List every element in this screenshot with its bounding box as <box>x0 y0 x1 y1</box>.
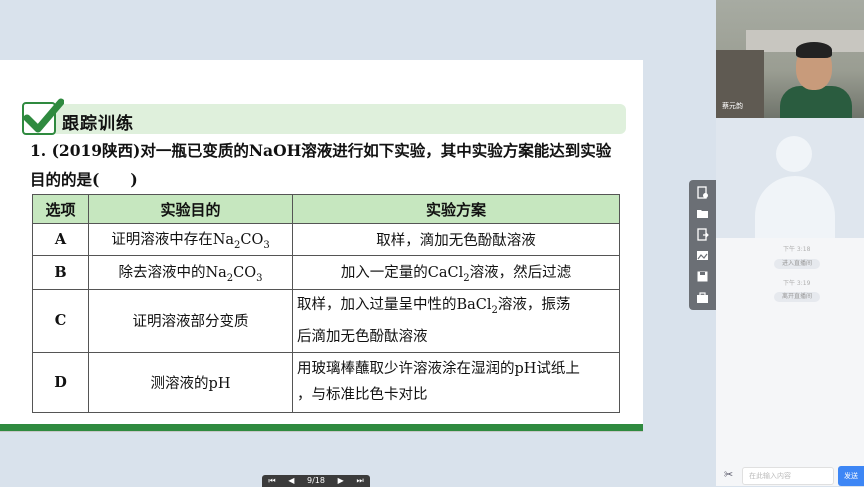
chat-system-message: 进入直播间 <box>774 259 821 269</box>
slide-footer-line <box>0 431 643 432</box>
row-purpose: 证明溶液部分变质 <box>88 289 293 353</box>
purpose-text: 证明溶液中存在Na <box>111 232 235 249</box>
subscript: 3 <box>263 239 270 251</box>
slide-footer-bar <box>0 424 643 431</box>
table-header-row: 选项 实验目的 实验方案 <box>32 194 620 224</box>
scissors-icon[interactable]: ✂ <box>724 468 736 482</box>
person-hair <box>796 42 832 58</box>
image-icon[interactable] <box>696 249 709 262</box>
plan-text: 溶液，振荡 <box>497 297 571 313</box>
chat-time: 下午 3:18 <box>783 246 811 253</box>
plan-text: 溶液，然后过滤 <box>469 265 572 282</box>
row-option: B <box>32 255 89 290</box>
table-row: A 证明溶液中存在Na2CO3 取样，滴加无色酚酞溶液 <box>32 223 620 256</box>
section-title: 跟踪训练 <box>62 114 134 134</box>
row-purpose: 证明溶液中存在Na2CO3 <box>88 223 293 256</box>
table-row: D 测溶液的pH 用玻璃棒蘸取少许溶液涂在湿润的pH试纸上 ，与标准比色卡对比 <box>32 351 620 413</box>
purpose-text: 除去溶液中的Na <box>118 265 227 282</box>
add-doc-icon[interactable] <box>696 186 709 199</box>
plan-line-2: 后滴加无色酚酞溶液 <box>297 328 428 345</box>
avatar-head-icon <box>776 136 812 172</box>
slide-pager: ⏮ ◀ 9/18 ▶ ⏭ <box>262 475 370 487</box>
row-plan: 取样，滴加无色酚酞溶液 <box>292 223 620 256</box>
next-page-button[interactable]: ▶ <box>338 475 344 487</box>
experiment-table: 选项 实验目的 实验方案 A 证明溶液中存在Na2CO3 取样，滴加无色酚酞溶液… <box>32 194 620 413</box>
person-body <box>780 86 852 118</box>
share-icon[interactable] <box>696 228 709 241</box>
question-text: 1. (2019陕西)对一瓶已变质的NaOH溶液进行如下实验，其中实验方案能达到… <box>30 136 620 194</box>
row-option: C <box>32 289 89 353</box>
page-indicator: 9/18 <box>307 476 325 485</box>
table-row: B 除去溶液中的Na2CO3 加入一定量的CaCl2溶液，然后过滤 <box>32 255 620 290</box>
row-option: A <box>32 223 89 256</box>
row-plan: 取样，加入过量呈中性的BaCl2溶液，振荡 后滴加无色酚酞溶液 <box>292 289 620 353</box>
folder-icon[interactable] <box>696 207 709 220</box>
chat-system-message: 离开直播间 <box>774 292 821 302</box>
chat-time: 下午 3:19 <box>783 280 811 287</box>
plan-line-1: 取样，加入过量呈中性的BaCl2溶液，振荡 <box>297 292 615 324</box>
video-name-label: 蔡元韵 <box>722 102 743 110</box>
last-page-button[interactable]: ⏭ <box>356 475 363 487</box>
checkmark-icon <box>24 98 64 133</box>
row-purpose: 除去溶液中的Na2CO3 <box>88 255 293 290</box>
send-button[interactable]: 发送 <box>838 466 864 486</box>
plan-line-1: 用玻璃棒蘸取少许溶液涂在湿润的pH试纸上 <box>297 361 580 378</box>
plan-text: 取样，加入过量呈中性的BaCl <box>297 297 492 313</box>
header-option: 选项 <box>32 194 89 224</box>
purpose-text: CO <box>240 232 264 249</box>
question-line-1: 1. (2019陕西)对一瓶已变质的NaOH溶液进行如下实验，其中实验方案能达到… <box>30 141 612 160</box>
header-plan: 实验方案 <box>292 194 620 224</box>
plan-line-2: ，与标准比色卡对比 <box>297 387 428 404</box>
row-plan: 用玻璃棒蘸取少许溶液涂在湿润的pH试纸上 ，与标准比色卡对比 <box>292 351 620 413</box>
chat-input[interactable]: 在此输入内容 <box>742 467 834 485</box>
row-purpose: 测溶液的pH <box>88 351 293 413</box>
subscript: 3 <box>256 272 263 284</box>
row-plan: 加入一定量的CaCl2溶液，然后过滤 <box>292 255 620 290</box>
plan-text: 加入一定量的CaCl <box>340 265 464 282</box>
teacher-video: 蔡元韵 <box>716 0 864 118</box>
first-page-button[interactable]: ⏮ <box>268 475 275 487</box>
header-purpose: 实验目的 <box>88 194 293 224</box>
save-icon[interactable] <box>696 270 709 283</box>
question-line-2: 目的的是( ) <box>30 170 138 189</box>
purpose-text: CO <box>233 265 257 282</box>
row-option: D <box>32 351 89 413</box>
prev-page-button[interactable]: ◀ <box>288 475 294 487</box>
table-row: C 证明溶液部分变质 取样，加入过量呈中性的BaCl2溶液，振荡 后滴加无色酚酞… <box>32 289 620 353</box>
screen: 跟踪训练 1. (2019陕西)对一瓶已变质的NaOH溶液进行如下实验，其中实验… <box>0 0 864 487</box>
toolbox-icon[interactable] <box>696 291 709 304</box>
